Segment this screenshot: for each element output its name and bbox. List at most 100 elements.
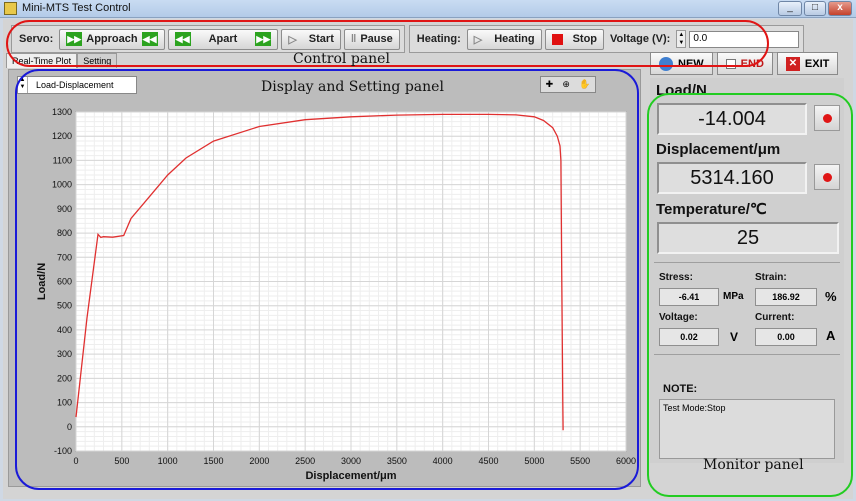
x-tick-label: 4000 (433, 456, 453, 466)
x-tick-label: 6000 (616, 456, 636, 466)
y-tick-label: 1300 (52, 107, 72, 117)
heating-button[interactable]: ▷ Heating (466, 28, 542, 50)
y-tick-label: 1100 (53, 155, 72, 165)
y-tick-label: 200 (57, 373, 72, 383)
stress-unit: MPa (723, 291, 744, 302)
strain-label: Strain: (755, 272, 787, 283)
x-tick-label: 2000 (249, 456, 269, 466)
y-tick-label: 300 (57, 349, 72, 359)
close-button[interactable]: x (828, 1, 852, 16)
y-tick-label: -100 (54, 446, 72, 456)
apart-label: Apart (208, 33, 238, 45)
tab-strip: Real-Time Plot Setting (6, 53, 118, 68)
x-axis-label: Displacement/μm (305, 470, 396, 482)
current-value: 0.00 (755, 328, 817, 346)
apart-button[interactable]: ◀◀ Apart ▶▶ (167, 28, 279, 50)
y-tick-label: 0 (67, 422, 72, 432)
stop-button[interactable]: Stop (544, 28, 605, 50)
x-tick-label: 3500 (387, 456, 407, 466)
checkbox-icon (725, 58, 736, 69)
load-led-indicator[interactable] (814, 105, 840, 131)
servo-label: Servo: (19, 33, 54, 45)
divider (654, 354, 840, 355)
x-tick-label: 5500 (570, 456, 590, 466)
strain-unit: % (825, 289, 837, 304)
app-icon (4, 2, 17, 15)
servo-group: Servo: ▶▶ Approach ◀◀ ◀◀ Apart ▶▶ ▷ Star… (11, 25, 405, 53)
temperature-display: 25 (657, 222, 839, 254)
heating-button-label: Heating (494, 33, 535, 45)
load-label: Load/N (656, 82, 707, 99)
note-text: Test Mode:Stop (663, 403, 726, 413)
maximize-button[interactable]: □ (804, 1, 826, 16)
displacement-display: 5314.160 (657, 162, 807, 194)
exit-label: EXIT (804, 57, 830, 70)
start-button[interactable]: ▷ Start (281, 28, 341, 50)
play-icon: ▷ (473, 33, 483, 46)
strain-value: 186.92 (755, 288, 817, 306)
approach-label: Approach (86, 33, 138, 45)
control-panel-caption: Control panel (293, 51, 390, 67)
divider (654, 262, 840, 263)
voltage-spinner[interactable]: ▲ ▼ (676, 30, 687, 48)
action-buttons: NEW END ✕ EXIT (650, 52, 839, 75)
heating-group: Heating: ▷ Heating Stop Voltage (V): ▲ ▼ … (408, 25, 805, 53)
x-tick-label: 5000 (524, 456, 544, 466)
x-tick-label: 500 (114, 456, 129, 466)
voltage-monitor-label: Voltage: (659, 312, 698, 323)
arrow-right-icon: ▶▶ (66, 32, 83, 46)
y-tick-label: 1200 (52, 131, 72, 141)
refresh-icon (659, 56, 673, 71)
approach-button[interactable]: ▶▶ Approach ◀◀ (59, 28, 165, 50)
displacement-label: Displacement/μm (656, 141, 781, 158)
arrow-left-icon: ◀◀ (141, 32, 158, 46)
y-tick-label: 600 (57, 277, 72, 287)
monitor-panel: Load/N -14.004 Displacement/μm 5314.160 … (650, 78, 844, 463)
load-display: -14.004 (657, 103, 807, 135)
pause-button[interactable]: ‖ Pause (343, 28, 400, 50)
current-unit: A (826, 328, 836, 343)
y-tick-label: 500 (57, 301, 72, 311)
end-button[interactable]: END (716, 52, 773, 75)
note-textarea[interactable]: Test Mode:Stop (659, 399, 835, 459)
y-tick-label: 100 (57, 398, 72, 408)
voltage-monitor-value: 0.02 (659, 328, 719, 346)
current-label: Current: (755, 312, 795, 323)
x-tick-label: 2500 (295, 456, 315, 466)
pause-icon: ‖ (350, 33, 357, 45)
voltage-label: Voltage (V): (610, 33, 671, 45)
display-panel-caption: Display and Setting panel (261, 79, 444, 95)
end-label: END (740, 57, 764, 70)
close-icon: ✕ (785, 56, 800, 71)
title-bar: Mini-MTS Test Control _ □ x (0, 0, 856, 18)
start-label: Start (308, 33, 334, 45)
new-label: NEW (678, 57, 704, 70)
stress-label: Stress: (659, 272, 693, 283)
voltage-input[interactable]: 0.0 (689, 30, 800, 48)
y-tick-label: 1000 (52, 180, 72, 190)
window-title: Mini-MTS Test Control (22, 2, 131, 14)
y-tick-label: 700 (57, 252, 72, 262)
x-tick-label: 1000 (158, 456, 178, 466)
tab-real-time-plot[interactable]: Real-Time Plot (6, 53, 78, 68)
monitor-panel-caption: Monitor panel (703, 457, 804, 473)
stop-icon (551, 33, 563, 45)
temperature-label: Temperature/℃ (656, 201, 767, 218)
note-label: NOTE: (663, 383, 698, 395)
arrow-left-icon: ◀◀ (174, 32, 191, 46)
x-tick-label: 3000 (341, 456, 361, 466)
control-toolbar: Servo: ▶▶ Approach ◀◀ ◀◀ Apart ▶▶ ▷ Star… (11, 25, 805, 53)
stress-value: -6.41 (659, 288, 719, 306)
minimize-button[interactable]: _ (778, 1, 802, 16)
plot-panel: ▲ ▼ Load-Displacement ✚ ⊕ ✋ 0 500 1000 1500 2… (8, 69, 641, 487)
displacement-led-indicator[interactable] (814, 164, 840, 190)
x-tick-label: 4500 (478, 456, 498, 466)
y-tick-label: 400 (57, 325, 72, 335)
exit-button[interactable]: ✕ EXIT (776, 52, 839, 75)
tab-setting[interactable]: Setting (77, 53, 118, 68)
new-button[interactable]: NEW (650, 52, 713, 75)
y-tick-label: 800 (57, 228, 72, 238)
heating-label: Heating: (416, 33, 461, 45)
arrow-right-icon: ▶▶ (255, 32, 272, 46)
x-tick-label: 0 (73, 456, 78, 466)
